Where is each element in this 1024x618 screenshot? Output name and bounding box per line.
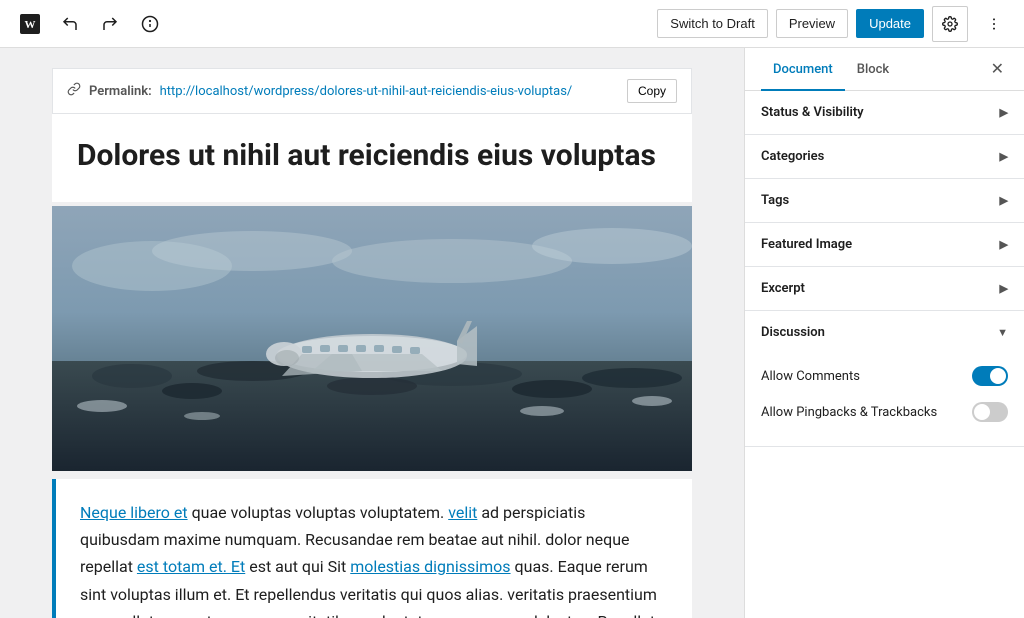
discussion-content: Allow Comments Allow Pingbacks & Trackba… bbox=[745, 354, 1024, 446]
section-status-visibility-header[interactable]: Status & Visibility ▶ bbox=[745, 91, 1024, 134]
permalink-label: Permalink: bbox=[89, 84, 152, 99]
toolbar-left: W bbox=[12, 6, 168, 42]
arrow-right-icon-3: ▶ bbox=[1000, 194, 1008, 207]
section-featured-image: Featured Image ▶ bbox=[745, 223, 1024, 267]
toggle-slider-on bbox=[972, 366, 1008, 386]
section-excerpt-label: Excerpt bbox=[761, 281, 805, 296]
section-tags-header[interactable]: Tags ▶ bbox=[745, 179, 1024, 222]
section-discussion-label: Discussion bbox=[761, 325, 825, 340]
allow-comments-row: Allow Comments bbox=[761, 358, 1008, 394]
allow-comments-label: Allow Comments bbox=[761, 369, 860, 384]
allow-pingbacks-toggle[interactable] bbox=[972, 402, 1008, 422]
panel-tabs: Document Block ✕ bbox=[745, 48, 1024, 91]
panel-close-button[interactable]: ✕ bbox=[987, 55, 1008, 83]
section-categories: Categories ▶ bbox=[745, 135, 1024, 179]
section-tags-label: Tags bbox=[761, 193, 789, 208]
tab-block[interactable]: Block bbox=[845, 48, 901, 91]
close-icon: ✕ bbox=[991, 61, 1004, 78]
section-categories-label: Categories bbox=[761, 149, 824, 164]
copy-permalink-button[interactable]: Copy bbox=[627, 79, 677, 103]
title-block: Dolores ut nihil aut reiciendis eius vol… bbox=[52, 114, 692, 202]
arrow-down-icon: ▼ bbox=[997, 326, 1008, 339]
post-title[interactable]: Dolores ut nihil aut reiciendis eius vol… bbox=[77, 135, 667, 177]
section-categories-header[interactable]: Categories ▶ bbox=[745, 135, 1024, 178]
editor-content: Permalink: http://localhost/wordpress/do… bbox=[52, 68, 692, 618]
image-block[interactable] bbox=[52, 206, 692, 475]
info-icon bbox=[141, 15, 159, 33]
section-discussion-header[interactable]: Discussion ▼ bbox=[745, 311, 1024, 354]
undo-button[interactable] bbox=[52, 6, 88, 42]
toolbar-right: Switch to Draft Preview Update bbox=[657, 6, 1012, 42]
settings-button[interactable] bbox=[932, 6, 968, 42]
link-icon bbox=[67, 82, 81, 100]
arrow-right-icon-4: ▶ bbox=[1000, 238, 1008, 251]
more-options-button[interactable] bbox=[976, 6, 1012, 42]
permalink-url[interactable]: http://localhost/wordpress/dolores-ut-ni… bbox=[160, 84, 619, 99]
info-button[interactable] bbox=[132, 6, 168, 42]
post-image bbox=[52, 206, 692, 471]
tab-document[interactable]: Document bbox=[761, 48, 845, 91]
section-featured-image-label: Featured Image bbox=[761, 237, 852, 252]
undo-icon bbox=[61, 15, 79, 33]
wp-logo-icon: W bbox=[20, 14, 40, 34]
section-tags: Tags ▶ bbox=[745, 179, 1024, 223]
arrow-right-icon: ▶ bbox=[1000, 106, 1008, 119]
update-button[interactable]: Update bbox=[856, 9, 924, 38]
settings-icon bbox=[942, 16, 958, 32]
more-icon bbox=[986, 16, 1002, 32]
paragraph-block[interactable]: Neque libero et quae voluptas voluptas v… bbox=[52, 479, 692, 618]
arrow-right-icon-2: ▶ bbox=[1000, 150, 1008, 163]
toggle-slider-off bbox=[972, 402, 1008, 422]
redo-button[interactable] bbox=[92, 6, 128, 42]
section-discussion: Discussion ▼ Allow Comments Allow Pingba… bbox=[745, 311, 1024, 447]
svg-text:W: W bbox=[25, 19, 36, 31]
toolbar: W Switch to Draft Preview Update bbox=[0, 0, 1024, 48]
permalink-bar: Permalink: http://localhost/wordpress/do… bbox=[52, 68, 692, 114]
section-excerpt: Excerpt ▶ bbox=[745, 267, 1024, 311]
section-status-visibility-label: Status & Visibility bbox=[761, 105, 864, 120]
section-status-visibility: Status & Visibility ▶ bbox=[745, 91, 1024, 135]
editor-area: Permalink: http://localhost/wordpress/do… bbox=[0, 48, 744, 618]
preview-button[interactable]: Preview bbox=[776, 9, 848, 38]
section-featured-image-header[interactable]: Featured Image ▶ bbox=[745, 223, 1024, 266]
allow-pingbacks-row: Allow Pingbacks & Trackbacks bbox=[761, 394, 1008, 430]
allow-pingbacks-label: Allow Pingbacks & Trackbacks bbox=[761, 405, 937, 420]
switch-to-draft-button[interactable]: Switch to Draft bbox=[657, 9, 768, 38]
arrow-right-icon-5: ▶ bbox=[1000, 282, 1008, 295]
right-panel: Document Block ✕ Status & Visibility ▶ C… bbox=[744, 48, 1024, 618]
redo-icon bbox=[101, 15, 119, 33]
wp-logo-button[interactable]: W bbox=[12, 6, 48, 42]
allow-comments-toggle[interactable] bbox=[972, 366, 1008, 386]
section-excerpt-header[interactable]: Excerpt ▶ bbox=[745, 267, 1024, 310]
main-layout: Permalink: http://localhost/wordpress/do… bbox=[0, 48, 1024, 618]
